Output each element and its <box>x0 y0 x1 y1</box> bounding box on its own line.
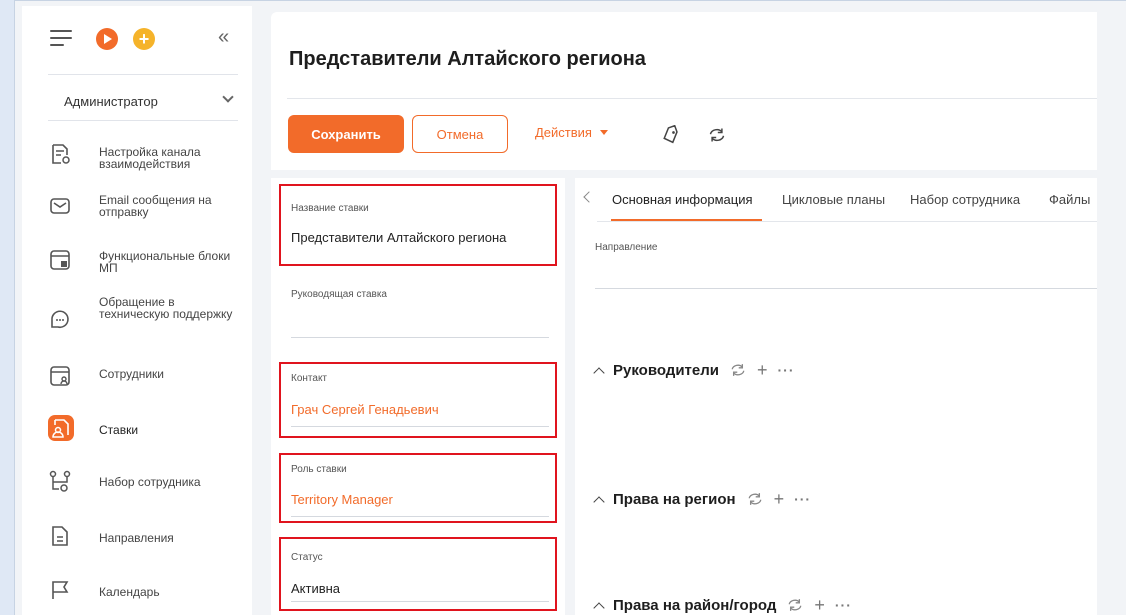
section-title: Руководители <box>613 361 719 379</box>
sidebar-item-tech-support[interactable]: Обращение в техническую поддержку <box>22 290 252 344</box>
more-icon[interactable]: ··· <box>778 362 795 378</box>
refresh-icon[interactable] <box>746 491 764 507</box>
field-underline <box>291 337 549 338</box>
more-icon[interactable]: ··· <box>794 491 811 507</box>
tag-icon[interactable] <box>661 125 681 145</box>
sidebar-item-rates[interactable]: Ставки <box>22 410 252 454</box>
refresh-icon[interactable] <box>786 597 804 613</box>
sidebar-item-label: Обращение в техническую поддержку <box>99 295 233 321</box>
sidebar: + « Администратор Настройка канала взаим… <box>22 6 252 615</box>
refresh-icon[interactable] <box>729 362 747 378</box>
blocks-icon <box>50 250 70 270</box>
field-label: Руководящая ставка <box>291 289 387 300</box>
sidebar-item-calendar[interactable]: Календарь <box>22 572 252 615</box>
sidebar-divider <box>48 120 238 121</box>
sidebar-item-email-messages[interactable]: Email сообщения на отправку <box>22 186 252 230</box>
page-title: Представители Алтайского региона <box>289 48 646 70</box>
parent-rate-field[interactable]: Руководящая ставка <box>291 278 549 338</box>
sidebar-item-label: Настройка канала взаимодействия <box>99 145 201 171</box>
add-icon[interactable]: + <box>774 490 785 508</box>
tab-main-info[interactable]: Основная информация <box>612 192 753 207</box>
sidebar-item-label: Сотрудники <box>99 367 164 381</box>
section-title: Права на регион <box>613 490 736 508</box>
collapse-caret-icon[interactable] <box>593 495 605 508</box>
menu-icon[interactable] <box>50 30 72 46</box>
sidebar-item-label: Набор сотрудника <box>99 475 201 489</box>
role-select[interactable]: Администратор <box>48 86 238 116</box>
sidebar-item-label: Ставки <box>99 423 139 437</box>
highlight-box <box>279 537 557 611</box>
add-icon[interactable]: + <box>133 28 155 50</box>
tabs-divider <box>597 221 1097 222</box>
employee-card-icon <box>50 366 70 386</box>
sidebar-item-label: Функциональные блоки МП <box>99 249 231 275</box>
direction-field[interactable] <box>595 288 1097 289</box>
sidebar-item-functional-blocks[interactable]: Функциональные блоки МП <box>22 238 252 282</box>
role-select-value: Администратор <box>64 93 158 109</box>
tab-files[interactable]: Файлы <box>1049 192 1090 207</box>
document-icon <box>52 526 68 546</box>
cancel-button[interactable]: Отмена <box>412 115 508 153</box>
section-managers: Руководители + ··· <box>593 358 795 382</box>
highlight-box <box>279 184 557 266</box>
sidebar-item-employees[interactable]: Сотрудники <box>22 358 252 402</box>
caret-down-icon <box>599 130 608 135</box>
actions-dropdown[interactable]: Действия <box>535 125 608 140</box>
support-chat-icon <box>51 310 69 329</box>
add-icon[interactable]: + <box>757 361 768 379</box>
header-divider <box>287 98 1097 99</box>
hierarchy-icon <box>49 470 71 492</box>
sidebar-item-staffing[interactable]: Набор сотрудника <box>22 462 252 506</box>
record-header: Представители Алтайского региона Сохрани… <box>271 12 1097 170</box>
section-title: Права на район/город <box>613 596 777 614</box>
sidebar-item-directions[interactable]: Направления <box>22 518 252 562</box>
sidebar-top-bar: + « <box>22 6 252 76</box>
play-icon[interactable] <box>96 28 118 50</box>
sidebar-item-label: Email сообщения на отправку <box>99 193 212 219</box>
tab-cycle-plans[interactable]: Цикловые планы <box>782 192 885 207</box>
chevron-down-icon <box>222 91 234 103</box>
collapse-sidebar-icon[interactable]: « <box>218 26 229 49</box>
sidebar-divider <box>48 74 238 75</box>
section-region-rights: Права на регион + ··· <box>593 487 811 511</box>
sidebar-item-label: Направления <box>99 531 174 545</box>
collapse-caret-icon[interactable] <box>593 601 605 614</box>
rates-icon <box>52 419 69 438</box>
direction-label: Направление <box>595 242 658 253</box>
sidebar-item-label: Календарь <box>99 585 160 599</box>
highlight-box <box>279 362 557 438</box>
collapse-caret-icon[interactable] <box>593 366 605 379</box>
save-button[interactable]: Сохранить <box>288 115 404 153</box>
actions-label: Действия <box>535 125 592 140</box>
flag-icon <box>52 581 69 599</box>
more-icon[interactable]: ··· <box>835 597 852 613</box>
highlight-box <box>279 453 557 523</box>
active-tab-indicator <box>611 219 762 221</box>
section-district-rights: Права на район/город + ··· <box>593 593 852 615</box>
add-icon[interactable]: + <box>814 596 825 614</box>
refresh-icon[interactable] <box>707 126 727 144</box>
tabs-scroll-left-icon[interactable] <box>583 191 595 203</box>
mail-icon <box>50 198 70 214</box>
sidebar-item-channel-settings[interactable]: Настройка канала взаимодействия <box>22 134 252 178</box>
doc-settings-icon <box>52 144 70 164</box>
tab-staffing[interactable]: Набор сотрудника <box>910 192 1020 207</box>
details-panel: Основная информация Цикловые планы Набор… <box>575 178 1097 615</box>
